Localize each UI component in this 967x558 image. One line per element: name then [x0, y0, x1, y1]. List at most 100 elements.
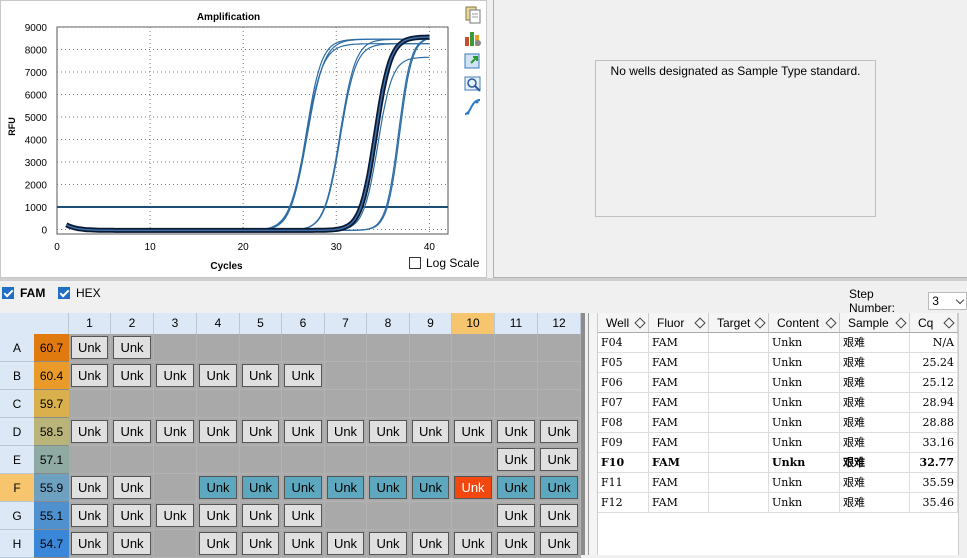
well-g5[interactable]: Unk	[240, 502, 282, 530]
curve-icon[interactable]	[463, 97, 483, 117]
well-b2[interactable]: Unk	[111, 362, 154, 390]
well-a2[interactable]: Unk	[111, 334, 154, 362]
sort-icon[interactable]	[943, 317, 955, 329]
well-content-label[interactable]: Unk	[412, 476, 449, 499]
well-content-label[interactable]: Unk	[242, 532, 279, 555]
fluor-hex-checkbox[interactable]	[58, 287, 70, 299]
well-g4[interactable]: Unk	[197, 502, 240, 530]
row-header-h[interactable]: H	[0, 530, 34, 558]
well-content-label[interactable]: Unk	[242, 364, 279, 387]
column-header-content[interactable]: Content	[769, 313, 840, 333]
table-row[interactable]: F11 FAM Unkn 艰难 35.59	[589, 473, 959, 493]
well-g3[interactable]: Unk	[154, 502, 197, 530]
table-row[interactable]: F04 FAM Unkn 艰难 N/A	[589, 333, 959, 353]
well-d5[interactable]: Unk	[240, 418, 282, 446]
well-g11[interactable]: Unk	[495, 502, 538, 530]
column-header-5[interactable]: 5	[240, 313, 282, 334]
well-content-label[interactable]: Unk	[284, 420, 322, 443]
well-content-label[interactable]: Unk	[113, 364, 151, 387]
well-h4[interactable]: Unk	[197, 530, 240, 558]
well-content-label[interactable]: Unk	[369, 420, 407, 443]
well-h6[interactable]: Unk	[282, 530, 325, 558]
column-header-target[interactable]: Target	[709, 313, 769, 333]
well-d4[interactable]: Unk	[197, 418, 240, 446]
row-header-a[interactable]: A	[0, 334, 34, 362]
well-h7[interactable]: Unk	[325, 530, 367, 558]
row-header-e[interactable]: E	[0, 446, 34, 474]
well-content-label[interactable]: Unk	[71, 364, 108, 387]
well-content-label[interactable]: Unk	[113, 336, 151, 359]
row-header-c[interactable]: C	[0, 390, 34, 418]
table-vertical-scrollbar[interactable]	[958, 313, 967, 555]
table-row[interactable]: F07 FAM Unkn 艰难 28.94	[589, 393, 959, 413]
well-content-label[interactable]: Unk	[454, 532, 492, 555]
well-content-label[interactable]: Unk	[71, 504, 108, 527]
column-header-11[interactable]: 11	[495, 313, 538, 334]
column-header-sample[interactable]: Sample	[840, 313, 910, 333]
well-content-label[interactable]: Unk	[284, 532, 322, 555]
splitter[interactable]	[0, 278, 967, 281]
well-d8[interactable]: Unk	[367, 418, 410, 446]
well-e12[interactable]: Unk	[538, 446, 581, 474]
column-header-4[interactable]: 4	[197, 313, 240, 334]
well-b1[interactable]: Unk	[69, 362, 111, 390]
table-row[interactable]: F09 FAM Unkn 艰难 33.16	[589, 433, 959, 453]
well-g2[interactable]: Unk	[111, 502, 154, 530]
well-f8[interactable]: Unk	[367, 474, 410, 502]
well-content-label[interactable]: Unk	[540, 532, 578, 555]
well-d10[interactable]: Unk	[452, 418, 495, 446]
well-content-label[interactable]: Unk	[540, 476, 578, 499]
well-content-label[interactable]: Unk	[113, 504, 151, 527]
well-content-label[interactable]: Unk	[113, 532, 151, 555]
column-header-well[interactable]: Well	[598, 313, 649, 333]
well-g12[interactable]: Unk	[538, 502, 581, 530]
well-content-label[interactable]: Unk	[156, 504, 194, 527]
sort-icon[interactable]	[895, 317, 907, 329]
well-d12[interactable]: Unk	[538, 418, 581, 446]
column-header-9[interactable]: 9	[410, 313, 452, 334]
table-row[interactable]: F12 FAM Unkn 艰难 35.46	[589, 493, 959, 513]
sort-icon[interactable]	[634, 317, 646, 329]
well-content-label[interactable]: Unk	[242, 476, 279, 499]
export-icon[interactable]	[463, 51, 483, 71]
well-f9[interactable]: Unk	[410, 474, 452, 502]
column-header-cq[interactable]: Cq	[910, 313, 958, 333]
well-b6[interactable]: Unk	[282, 362, 325, 390]
well-f5[interactable]: Unk	[240, 474, 282, 502]
well-content-label[interactable]: Unk	[113, 476, 151, 499]
well-e11[interactable]: Unk	[495, 446, 538, 474]
column-header-10[interactable]: 10	[452, 313, 495, 334]
well-b3[interactable]: Unk	[154, 362, 197, 390]
well-f7[interactable]: Unk	[325, 474, 367, 502]
well-h5[interactable]: Unk	[240, 530, 282, 558]
well-content-label[interactable]: Unk	[113, 420, 151, 443]
well-content-label[interactable]: Unk	[284, 504, 322, 527]
sort-icon[interactable]	[754, 317, 766, 329]
well-content-label[interactable]: Unk	[71, 420, 108, 443]
well-content-label[interactable]: Unk	[199, 364, 237, 387]
well-content-label[interactable]: Unk	[199, 476, 237, 499]
well-d7[interactable]: Unk	[325, 418, 367, 446]
well-content-label[interactable]: Unk	[540, 504, 578, 527]
well-d1[interactable]: Unk	[69, 418, 111, 446]
well-d6[interactable]: Unk	[282, 418, 325, 446]
well-content-label[interactable]: Unk	[327, 476, 364, 499]
well-content-label[interactable]: Unk	[156, 364, 194, 387]
well-content-label[interactable]: Unk	[497, 448, 535, 471]
well-d9[interactable]: Unk	[410, 418, 452, 446]
sort-icon[interactable]	[825, 317, 837, 329]
well-content-label[interactable]: Unk	[71, 336, 108, 359]
table-row[interactable]: F08 FAM Unkn 艰难 28.88	[589, 413, 959, 433]
well-content-label[interactable]: Unk	[412, 420, 449, 443]
chart-settings-icon[interactable]	[463, 28, 483, 48]
well-content-label[interactable]: Unk	[497, 504, 535, 527]
well-content-label[interactable]: Unk	[71, 476, 108, 499]
well-h1[interactable]: Unk	[69, 530, 111, 558]
well-f6[interactable]: Unk	[282, 474, 325, 502]
well-content-label[interactable]: Unk	[497, 420, 535, 443]
column-header-2[interactable]: 2	[111, 313, 154, 334]
well-b4[interactable]: Unk	[197, 362, 240, 390]
well-content-label[interactable]: Unk	[454, 420, 492, 443]
well-g1[interactable]: Unk	[69, 502, 111, 530]
well-f12[interactable]: Unk	[538, 474, 581, 502]
